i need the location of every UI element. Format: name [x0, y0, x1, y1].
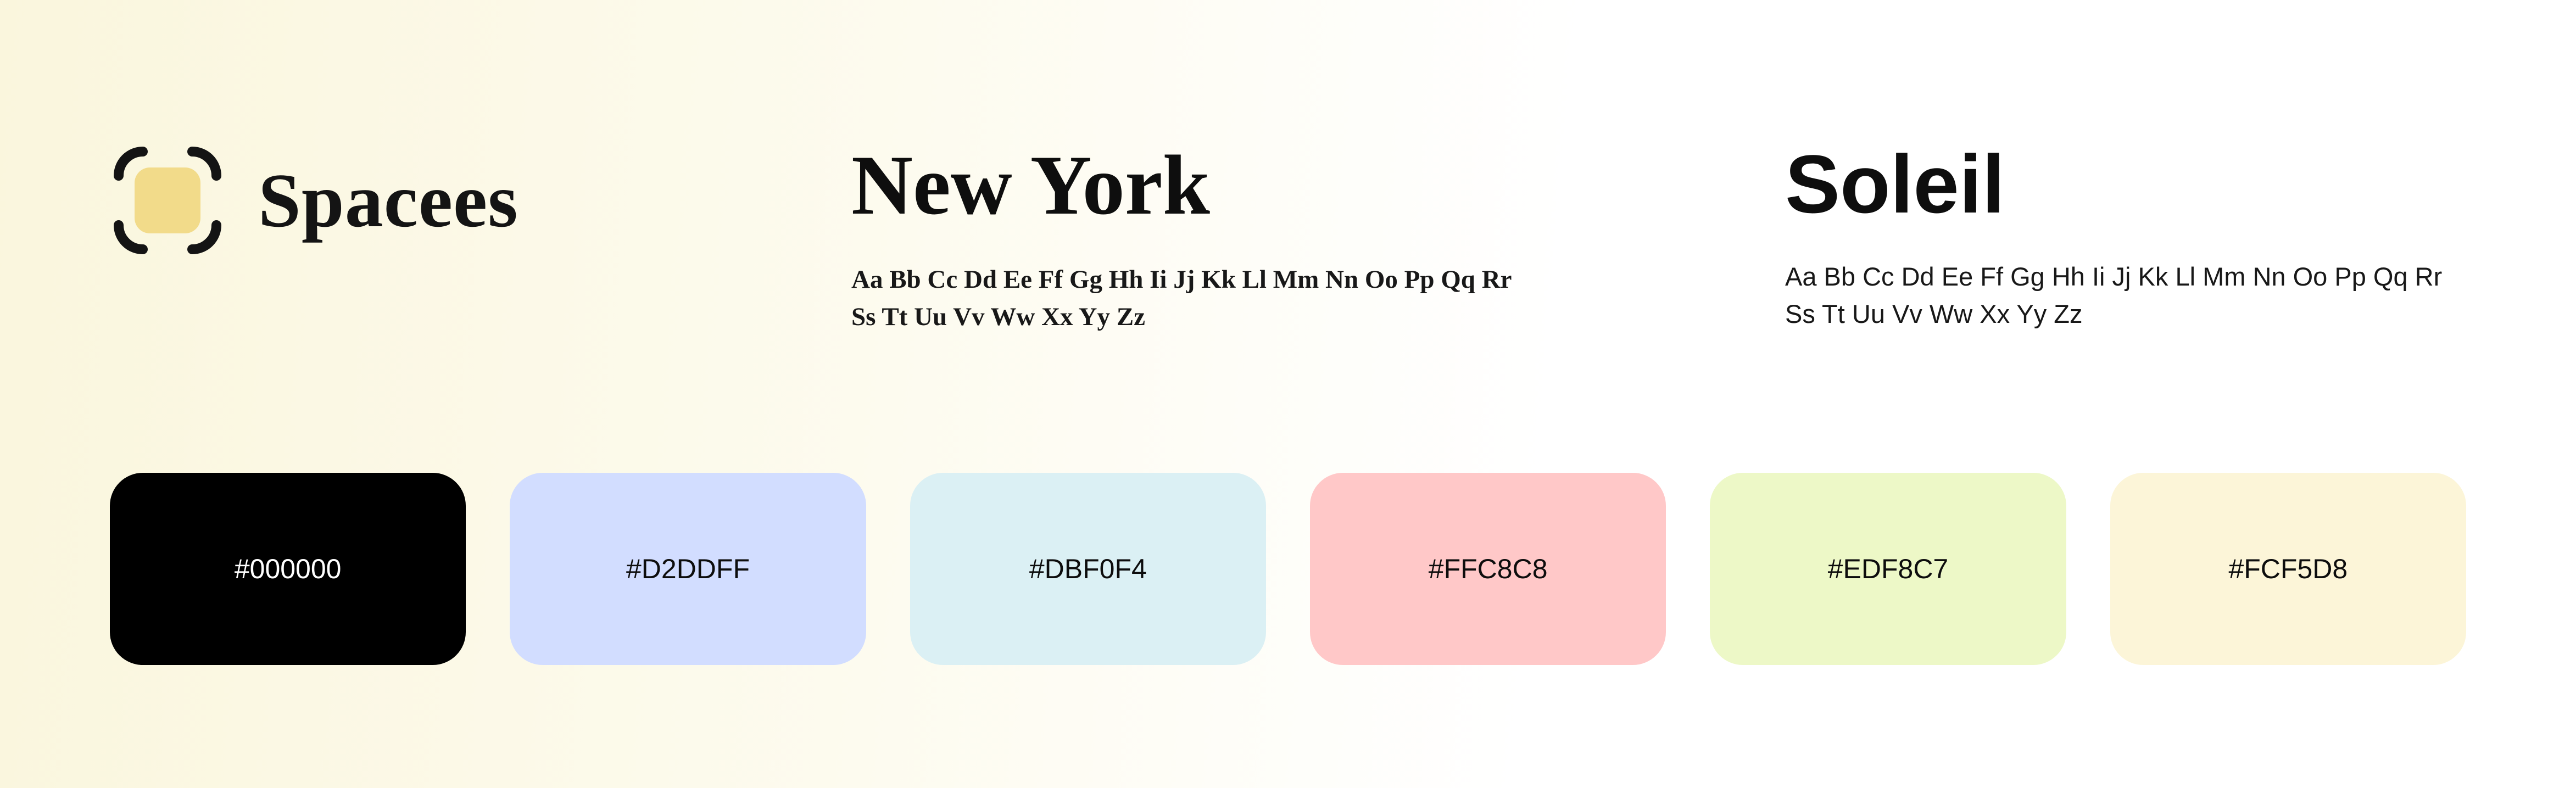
typeface-sans-block: Soleil Aa Bb Cc Dd Ee Ff Gg Hh Ii Jj Kk …	[1785, 143, 2466, 333]
typeface-serif-alphabet: Aa Bb Cc Dd Ee Ff Gg Hh Ii Jj Kk Ll Mm N…	[851, 261, 1593, 336]
typeface-sans-alphabet: Aa Bb Cc Dd Ee Ff Gg Hh Ii Jj Kk Ll Mm N…	[1785, 258, 2466, 333]
alphabet-line: Ss Tt Uu Vv Ww Xx Yy Zz	[851, 303, 1145, 331]
swatch-hex: #D2DDFF	[626, 553, 750, 585]
color-swatch: #D2DDFF	[510, 473, 866, 665]
brand-name: Spacees	[258, 157, 518, 245]
swatch-hex: #FFC8C8	[1429, 553, 1548, 585]
top-row: Spacees New York Aa Bb Cc Dd Ee Ff Gg Hh…	[110, 143, 2466, 336]
color-swatch: #000000	[110, 473, 466, 665]
typeface-sans-name: Soleil	[1785, 143, 2466, 225]
brand-styleguide-canvas: Spacees New York Aa Bb Cc Dd Ee Ff Gg Hh…	[0, 0, 2576, 788]
color-swatch: #FCF5D8	[2110, 473, 2466, 665]
swatch-hex: #DBF0F4	[1029, 553, 1147, 585]
logo-bracket-icon	[110, 143, 225, 258]
color-swatch: #EDF8C7	[1710, 473, 2066, 665]
typeface-serif-block: New York Aa Bb Cc Dd Ee Ff Gg Hh Ii Jj K…	[851, 143, 1785, 336]
alphabet-line: Aa Bb Cc Dd Ee Ff Gg Hh Ii Jj Kk Ll Mm N…	[1785, 262, 2442, 291]
swatch-hex: #FCF5D8	[2228, 553, 2348, 585]
color-swatch-row: #000000 #D2DDFF #DBF0F4 #FFC8C8 #EDF8C7 …	[110, 473, 2466, 665]
color-swatch: #FFC8C8	[1310, 473, 1666, 665]
color-swatch: #DBF0F4	[910, 473, 1266, 665]
alphabet-line: Aa Bb Cc Dd Ee Ff Gg Hh Ii Jj Kk Ll Mm N…	[851, 265, 1512, 294]
alphabet-line: Ss Tt Uu Vv Ww Xx Yy Zz	[1785, 299, 2082, 328]
brand-block: Spacees	[110, 143, 851, 258]
typeface-serif-name: New York	[851, 143, 1785, 228]
brand-logo	[110, 143, 225, 258]
swatch-hex: #000000	[235, 553, 342, 585]
swatch-hex: #EDF8C7	[1828, 553, 1949, 585]
